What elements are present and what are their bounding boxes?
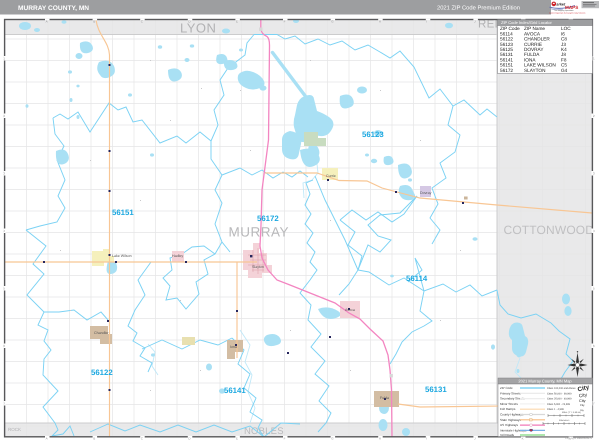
svg-text:K: K (522, 436, 524, 440)
svg-text:US Highways: US Highways (500, 423, 519, 427)
svg-text:Kilometers: Kilometers (559, 419, 570, 422)
svg-text:Lake Wilson: Lake Wilson (112, 254, 132, 258)
svg-text:56141: 56141 (224, 386, 246, 395)
svg-text:MURRAY COUNTY, MN: MURRAY COUNTY, MN (18, 5, 89, 12)
svg-text:E: E (236, 19, 238, 23)
svg-text:4: 4 (593, 229, 595, 233)
svg-text:LYON: LYON (180, 21, 216, 36)
svg-text:Toll Roads: Toll Roads (500, 433, 515, 437)
svg-text:Chandler: Chandler (94, 331, 109, 335)
svg-text:A: A (46, 19, 48, 23)
svg-text:56114: 56114 (406, 274, 428, 283)
svg-text:Cities 5,000 - 24,999: Cities 5,000 - 24,999 (547, 403, 571, 406)
svg-text:56172: 56172 (257, 214, 279, 223)
svg-text:5: 5 (593, 287, 595, 291)
svg-text:56123: 56123 (362, 130, 384, 139)
svg-text:Minor Streets: Minor Streets (500, 402, 518, 406)
svg-text:Miles (1" = 4.89 mi): Miles (1" = 4.89 mi) (562, 411, 581, 414)
svg-text:Primary Streets: Primary Streets (500, 391, 521, 395)
svg-text:B: B (93, 436, 95, 440)
svg-text:2021 ZIP Code Premium Edition: 2021 ZIP Code Premium Edition (437, 5, 520, 12)
svg-text:City: City (580, 404, 585, 407)
svg-text:Cities 25,000 - 49,999: Cities 25,000 - 49,999 (547, 398, 572, 401)
svg-text:Slayton: Slayton (252, 265, 264, 269)
svg-text:56151: 56151 (112, 208, 134, 217)
svg-text:Iona: Iona (230, 345, 237, 349)
svg-text:COTTONWOOD: COTTONWOOD (504, 223, 595, 237)
svg-text:2021 Murray County, MN Map: 2021 Murray County, MN Map (518, 379, 572, 384)
svg-text:Dovray: Dovray (420, 191, 432, 195)
svg-text:Cities 1 - 4,999: Cities 1 - 4,999 (547, 408, 564, 411)
svg-text:3: 3 (593, 172, 595, 176)
svg-text:ZIP Code Index/Grid Locator: ZIP Code Index/Grid Locator (501, 20, 553, 25)
svg-text:1: 1 (593, 57, 595, 61)
svg-text:6: 6 (593, 344, 595, 348)
svg-text:56122: 56122 (91, 368, 113, 377)
svg-text:State Highways: State Highways (500, 418, 521, 422)
svg-text:E: E (236, 436, 238, 440)
svg-text:Cities 100,000 and Above: Cities 100,000 and Above (547, 387, 576, 390)
svg-text:Hadley: Hadley (172, 254, 183, 258)
svg-text:B: B (93, 19, 95, 23)
svg-text:Currie: Currie (326, 174, 336, 178)
svg-text:Cities 50,000 - 99,999: Cities 50,000 - 99,999 (547, 392, 572, 395)
svg-text:2: 2 (593, 114, 595, 118)
svg-text:F: F (284, 436, 286, 440)
svg-text:City: City (579, 399, 586, 403)
svg-text:H: H (379, 19, 381, 23)
svg-text:NOBLES: NOBLES (244, 426, 284, 437)
svg-text:G4: G4 (561, 68, 568, 73)
svg-text:SLAYTON: SLAYTON (524, 68, 545, 73)
svg-text:Custom Mapping & Demographic D: Custom Mapping & Demographic Data Soluti… (549, 11, 585, 14)
svg-text:7: 7 (593, 402, 595, 406)
svg-text:ROCK: ROCK (8, 427, 21, 432)
svg-text:ZIP Code: ZIP Code (500, 386, 513, 390)
svg-text:Fulda: Fulda (380, 396, 389, 400)
svg-text:A: A (46, 436, 48, 440)
svg-text:56131: 56131 (425, 385, 447, 394)
svg-text:F: F (284, 19, 286, 23)
svg-text:H: H (379, 436, 381, 440)
svg-text:Exit Ramps: Exit Ramps (500, 407, 516, 411)
svg-text:MURRAY: MURRAY (229, 225, 290, 240)
svg-text:56172: 56172 (500, 68, 513, 73)
svg-text:Avoca: Avoca (345, 308, 355, 312)
